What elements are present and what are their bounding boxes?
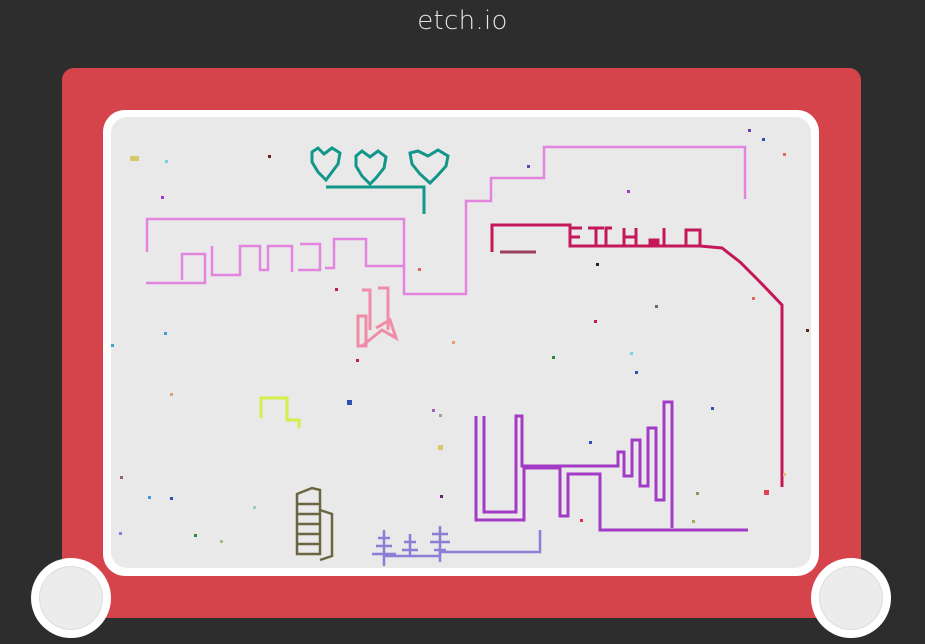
horizontal-control-knob[interactable] — [31, 558, 111, 638]
app-title: etch.io — [417, 6, 508, 36]
drawing-canvas[interactable] — [111, 117, 811, 568]
etch-io-text-drawing — [490, 223, 784, 487]
drawing-svg — [111, 129, 809, 566]
purple-waveform-drawing — [474, 400, 748, 532]
pink-figure-drawing — [356, 286, 399, 348]
lime-squiggle-drawing — [259, 396, 301, 428]
scattered-dots — [111, 129, 809, 543]
teal-hearts-drawing — [310, 146, 450, 214]
olive-building-drawing — [295, 486, 334, 562]
lavender-trees-drawing — [372, 526, 542, 566]
vertical-control-knob[interactable] — [811, 558, 891, 638]
violet-line-drawing — [145, 145, 747, 296]
